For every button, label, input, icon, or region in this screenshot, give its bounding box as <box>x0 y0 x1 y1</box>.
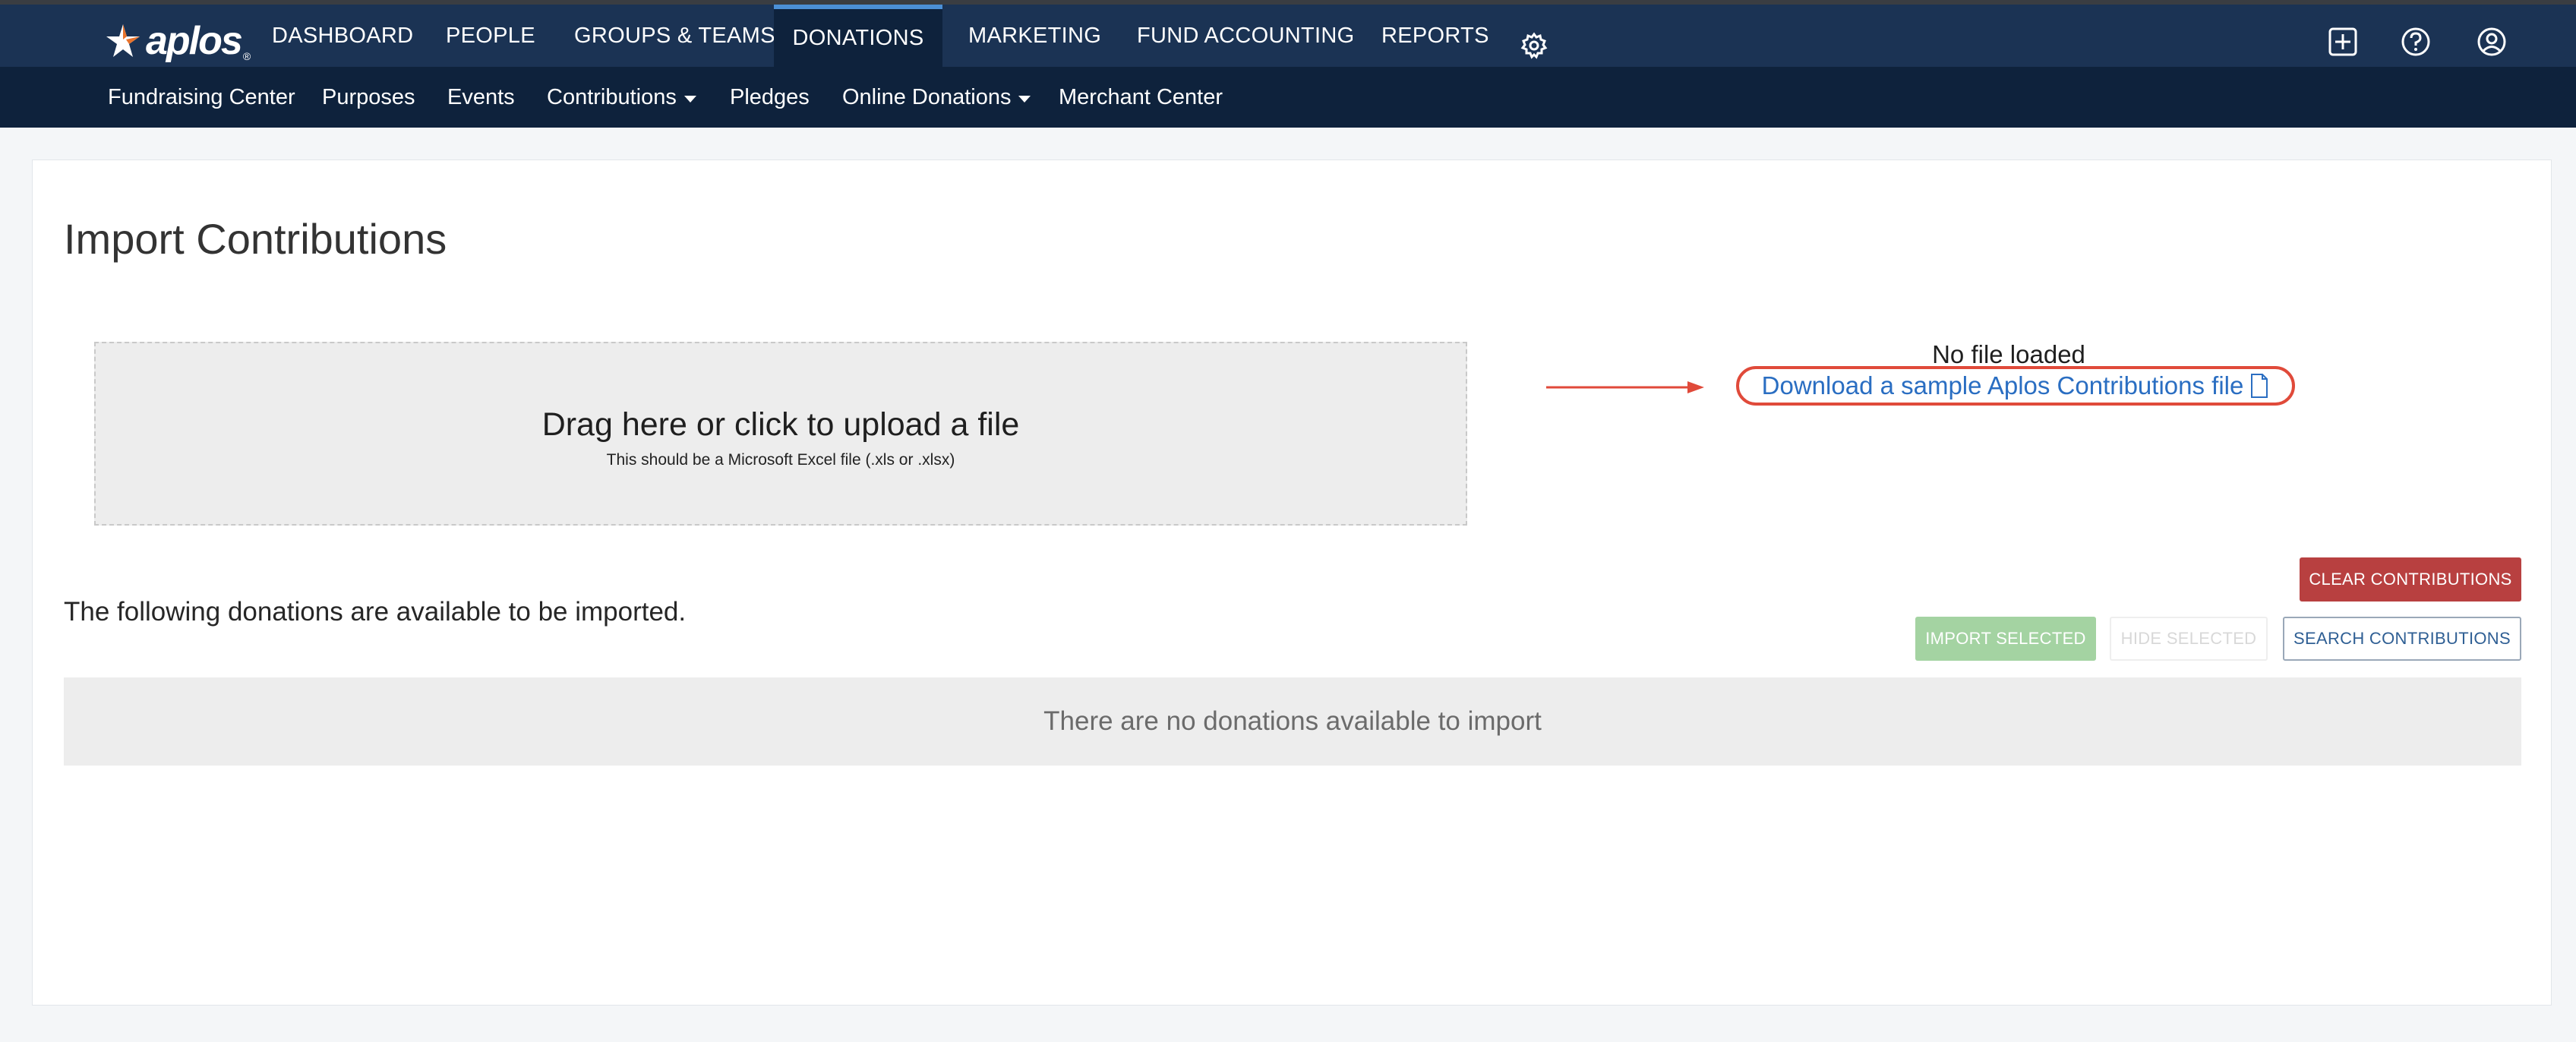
download-sample-file-link[interactable]: Download a sample Aplos Contributions fi… <box>1736 366 2295 406</box>
subnav-merchant-center[interactable]: Merchant Center <box>1059 67 1223 128</box>
subnav-pledges[interactable]: Pledges <box>730 67 810 128</box>
logo-text: aplos <box>146 19 243 63</box>
content-card <box>32 159 2552 1006</box>
dropzone-subtitle: This should be a Microsoft Excel file (.… <box>606 450 955 469</box>
download-link-label: Download a sample Aplos Contributions fi… <box>1761 371 2244 399</box>
file-status-text: No file loaded <box>1932 340 2085 368</box>
gear-icon[interactable] <box>1520 32 1548 59</box>
subnav-events[interactable]: Events <box>447 67 515 128</box>
subnav-fundraising-center[interactable]: Fundraising Center <box>108 67 295 128</box>
file-icon <box>2251 374 2268 398</box>
import-selected-button[interactable]: IMPORT SELECTED <box>1915 617 2096 661</box>
aplos-logo[interactable]: aplos ® <box>103 18 251 64</box>
nav-dashboard[interactable]: DASHBOARD <box>246 5 439 67</box>
subnav-contributions[interactable]: Contributions <box>547 67 696 128</box>
aplos-logo-icon <box>106 24 140 57</box>
chevron-down-icon <box>1018 95 1031 103</box>
nav-fund-accounting[interactable]: FUND ACCOUNTING <box>1111 5 1380 67</box>
nav-reports[interactable]: REPORTS <box>1356 5 1515 67</box>
file-upload-dropzone[interactable]: Drag here or click to upload a file This… <box>94 342 1467 526</box>
nav-marketing[interactable]: MARKETING <box>942 5 1127 67</box>
subnav-online-donations-label: Online Donations <box>842 84 1012 109</box>
help-circle-icon[interactable] <box>2400 26 2432 58</box>
subnav-online-donations[interactable]: Online Donations <box>842 67 1031 128</box>
annotation-arrow <box>1546 381 1704 393</box>
page-title: Import Contributions <box>64 215 447 263</box>
hide-selected-button[interactable]: HIDE SELECTED <box>2110 617 2268 661</box>
user-circle-icon[interactable] <box>2476 26 2508 58</box>
subnav-contributions-label: Contributions <box>547 84 677 109</box>
empty-donations-message: There are no donations available to impo… <box>1043 706 1542 736</box>
dropzone-title: Drag here or click to upload a file <box>541 406 1020 443</box>
nav-donations[interactable]: DONATIONS <box>774 5 942 67</box>
nav-groups-teams[interactable]: GROUPS & TEAMS <box>548 5 801 67</box>
search-contributions-button[interactable]: SEARCH CONTRIBUTIONS <box>2283 617 2521 661</box>
subnav-purposes[interactable]: Purposes <box>322 67 415 128</box>
available-donations-text: The following donations are available to… <box>64 597 687 627</box>
clear-contributions-button[interactable]: CLEAR CONTRIBUTIONS <box>2300 557 2521 602</box>
add-square-icon[interactable] <box>2327 26 2359 58</box>
chevron-down-icon <box>683 95 696 103</box>
empty-donations-panel: There are no donations available to impo… <box>64 677 2521 766</box>
nav-people[interactable]: PEOPLE <box>420 5 561 67</box>
